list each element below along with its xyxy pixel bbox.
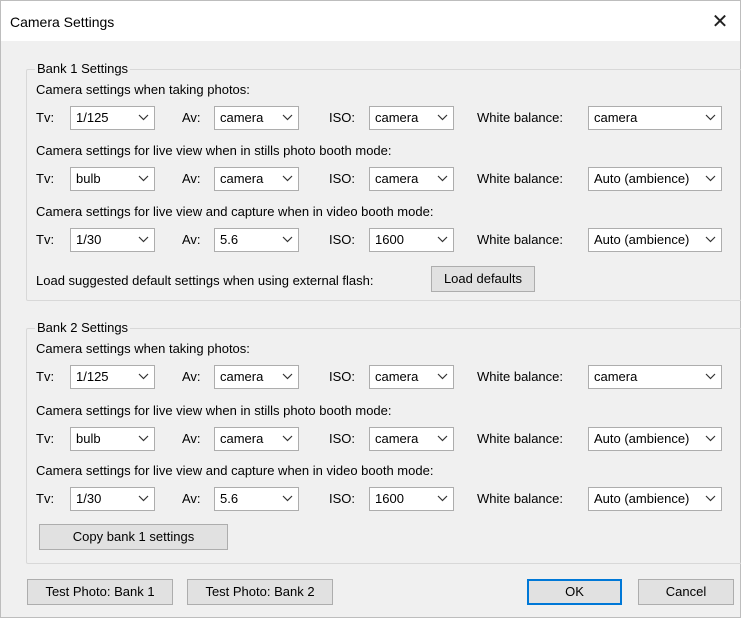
bank-2-row-3-wb-select[interactable]: Auto (ambience)	[588, 487, 722, 511]
chevron-down-icon	[705, 114, 716, 121]
chevron-down-icon	[138, 495, 149, 502]
iso-label: ISO:	[329, 171, 356, 186]
wb-label: White balance:	[477, 491, 563, 506]
bank-2-row-3-tv-select[interactable]: 1/30	[70, 487, 155, 511]
load-defaults-button[interactable]: Load defaults	[431, 266, 535, 292]
chevron-down-icon	[138, 236, 149, 243]
av-label: Av:	[182, 110, 201, 125]
av-label: Av:	[182, 431, 201, 446]
av-label: Av:	[182, 232, 201, 247]
wb-label: White balance:	[477, 110, 563, 125]
chevron-down-icon	[138, 373, 149, 380]
iso-label: ISO:	[329, 110, 356, 125]
ok-button[interactable]: OK	[527, 579, 622, 605]
chevron-down-icon	[705, 373, 716, 380]
chevron-down-icon	[138, 175, 149, 182]
av-label: Av:	[182, 491, 201, 506]
wb-label: White balance:	[477, 171, 563, 186]
bank-2-row-2-iso-select[interactable]: camera	[369, 427, 454, 451]
bank-2-row-2-tv-select[interactable]: bulb	[70, 427, 155, 451]
bank-1-row-1-wb-select[interactable]: camera	[588, 106, 722, 130]
bank-1-row-1-av-select[interactable]: camera	[214, 106, 299, 130]
title-bar: Camera Settings ✕	[1, 1, 740, 41]
bank-2-row-3-iso-select[interactable]: 1600	[369, 487, 454, 511]
chevron-down-icon	[282, 495, 293, 502]
bank-2-row-3-heading: Camera settings for live view and captur…	[36, 463, 434, 478]
close-icon[interactable]: ✕	[700, 1, 740, 41]
chevron-down-icon	[437, 175, 448, 182]
chevron-down-icon	[705, 495, 716, 502]
av-label: Av:	[182, 369, 201, 384]
bank-1-row-2-iso-select[interactable]: camera	[369, 167, 454, 191]
bank-1-title: Bank 1 Settings	[35, 61, 131, 76]
bank-1-row-2-heading: Camera settings for live view when in st…	[36, 143, 392, 158]
bank-2-row-1-heading: Camera settings when taking photos:	[36, 341, 250, 356]
chevron-down-icon	[282, 373, 293, 380]
chevron-down-icon	[282, 236, 293, 243]
chevron-down-icon	[705, 175, 716, 182]
load-defaults-text: Load suggested default settings when usi…	[36, 273, 374, 288]
test-photo-bank-1-button[interactable]: Test Photo: Bank 1	[27, 579, 173, 605]
tv-label: Tv:	[36, 110, 55, 125]
bank-1-row-3-heading: Camera settings for live view and captur…	[36, 204, 434, 219]
av-label: Av:	[182, 171, 201, 186]
camera-settings-dialog: Camera Settings ✕ Bank 1 Settings Camera…	[0, 0, 741, 618]
bank-2-row-2-heading: Camera settings for live view when in st…	[36, 403, 392, 418]
iso-label: ISO:	[329, 232, 356, 247]
copy-bank-1-button[interactable]: Copy bank 1 settings	[39, 524, 228, 550]
tv-label: Tv:	[36, 171, 55, 186]
tv-label: Tv:	[36, 232, 55, 247]
bank-1-row-2-tv-select[interactable]: bulb	[70, 167, 155, 191]
bank-1-row-3-tv-select[interactable]: 1/30	[70, 228, 155, 252]
chevron-down-icon	[705, 236, 716, 243]
tv-label: Tv:	[36, 431, 55, 446]
chevron-down-icon	[282, 175, 293, 182]
test-photo-bank-2-button[interactable]: Test Photo: Bank 2	[187, 579, 333, 605]
chevron-down-icon	[138, 114, 149, 121]
dialog-title: Camera Settings	[10, 14, 115, 30]
bank-2-title: Bank 2 Settings	[35, 320, 131, 335]
chevron-down-icon	[437, 114, 448, 121]
iso-label: ISO:	[329, 491, 356, 506]
wb-label: White balance:	[477, 369, 563, 384]
bank-2-row-1-tv-select[interactable]: 1/125	[70, 365, 155, 389]
bank-1-row-3-wb-select[interactable]: Auto (ambience)	[588, 228, 722, 252]
bank-1-row-1-iso-select[interactable]: camera	[369, 106, 454, 130]
bank-2-row-1-av-select[interactable]: camera	[214, 365, 299, 389]
bank-1-row-2-wb-select[interactable]: Auto (ambience)	[588, 167, 722, 191]
chevron-down-icon	[138, 435, 149, 442]
wb-label: White balance:	[477, 232, 563, 247]
iso-label: ISO:	[329, 431, 356, 446]
chevron-down-icon	[437, 435, 448, 442]
chevron-down-icon	[437, 373, 448, 380]
tv-label: Tv:	[36, 369, 55, 384]
chevron-down-icon	[437, 236, 448, 243]
bank-2-group: Bank 2 Settings Camera settings when tak…	[26, 321, 741, 564]
bank-2-row-2-av-select[interactable]: camera	[214, 427, 299, 451]
bank-1-row-1-heading: Camera settings when taking photos:	[36, 82, 250, 97]
bank-1-row-2-av-select[interactable]: camera	[214, 167, 299, 191]
bank-2-row-3-av-select[interactable]: 5.6	[214, 487, 299, 511]
iso-label: ISO:	[329, 369, 356, 384]
cancel-button[interactable]: Cancel	[638, 579, 734, 605]
bank-1-group: Bank 1 Settings Camera settings when tak…	[26, 62, 741, 301]
chevron-down-icon	[705, 435, 716, 442]
bank-1-row-1-tv-select[interactable]: 1/125	[70, 106, 155, 130]
chevron-down-icon	[282, 114, 293, 121]
bank-2-row-2-wb-select[interactable]: Auto (ambience)	[588, 427, 722, 451]
chevron-down-icon	[282, 435, 293, 442]
bank-1-row-3-av-select[interactable]: 5.6	[214, 228, 299, 252]
tv-label: Tv:	[36, 491, 55, 506]
bank-2-row-1-wb-select[interactable]: camera	[588, 365, 722, 389]
bank-2-row-1-iso-select[interactable]: camera	[369, 365, 454, 389]
wb-label: White balance:	[477, 431, 563, 446]
bank-1-row-3-iso-select[interactable]: 1600	[369, 228, 454, 252]
chevron-down-icon	[437, 495, 448, 502]
